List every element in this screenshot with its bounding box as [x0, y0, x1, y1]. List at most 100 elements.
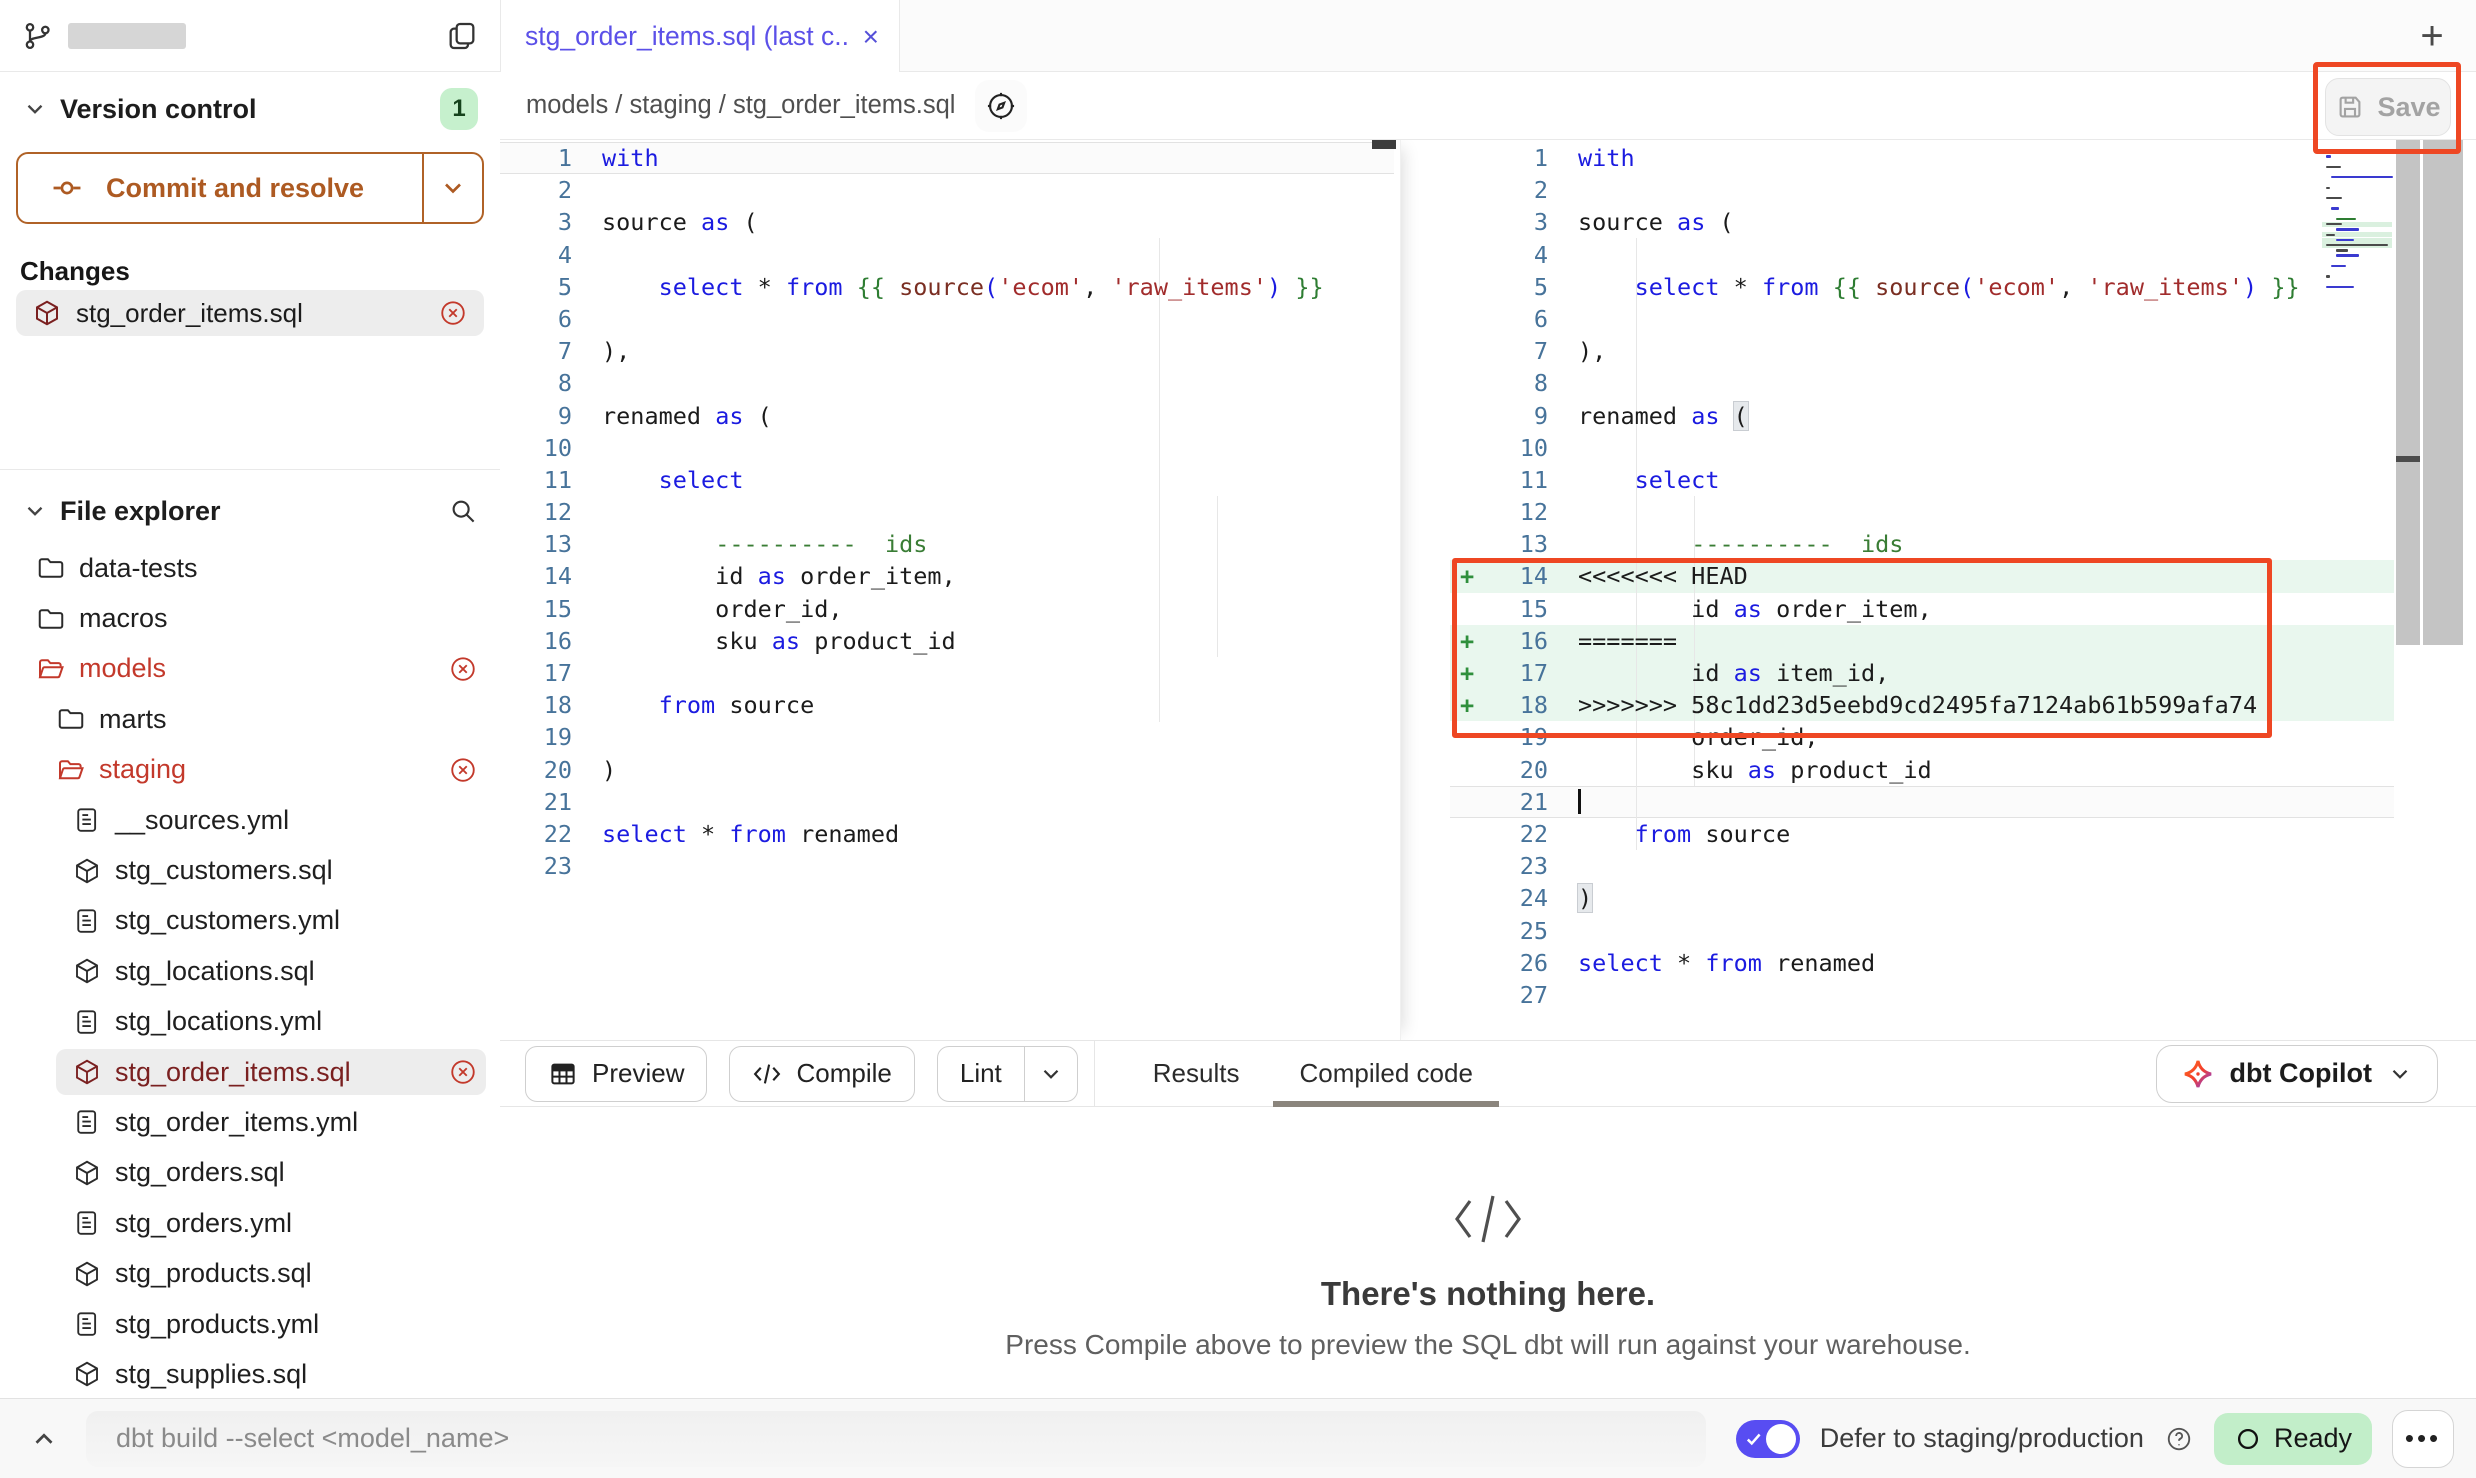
code-line[interactable]: 21	[1400, 786, 2476, 818]
file-explorer-item[interactable]: stg_orders.sql	[0, 1148, 500, 1198]
editor-pane-original[interactable]: 1with23source as (45 select * from {{ so…	[500, 140, 1401, 1040]
code-line[interactable]: 8	[1400, 367, 2476, 399]
compass-lineage-icon[interactable]	[975, 80, 1027, 132]
file-explorer-header[interactable]: File explorer	[0, 482, 500, 540]
commit-and-resolve-button[interactable]: Commit and resolve	[18, 154, 422, 222]
tab-compiled-code[interactable]: Compiled code	[1299, 1041, 1472, 1106]
code-line[interactable]: +18>>>>>>> 58c1dd23d5eebd9cd2495fa7124ab…	[1400, 689, 2476, 721]
file-explorer-item[interactable]: stg_customers.yml	[0, 896, 500, 946]
code-line[interactable]: 10	[500, 432, 1400, 464]
code-line[interactable]: 8	[500, 367, 1400, 399]
tab-results[interactable]: Results	[1153, 1041, 1240, 1106]
code-line[interactable]: 11 select	[500, 464, 1400, 496]
ellipsis-icon[interactable]: •••	[2392, 1410, 2454, 1468]
file-explorer-item[interactable]: data-tests	[0, 543, 500, 593]
code-line[interactable]: 1with	[500, 142, 1400, 174]
file-explorer-item[interactable]: stg_products.yml	[0, 1299, 500, 1349]
scrollbar-thumb[interactable]	[1372, 140, 1396, 149]
code-line[interactable]: 5 select * from {{ source('ecom', 'raw_i…	[1400, 271, 2476, 303]
code-line[interactable]: +17 id as item_id,	[1400, 657, 2476, 689]
copy-icon[interactable]	[446, 20, 478, 52]
code-line[interactable]: 9renamed as (	[500, 400, 1400, 432]
code-line[interactable]: 7),	[1400, 335, 2476, 367]
code-line[interactable]: 21	[500, 786, 1400, 818]
code-line[interactable]: +16=======	[1400, 625, 2476, 657]
code-line[interactable]: 24)	[1400, 882, 2476, 914]
scrollbar-track[interactable]	[2396, 140, 2420, 645]
chevron-up-icon[interactable]	[22, 1417, 66, 1461]
code-line[interactable]: 20)	[500, 754, 1400, 786]
code-line[interactable]: 22select * from renamed	[500, 818, 1400, 850]
file-explorer-item[interactable]: staging	[0, 745, 500, 795]
code-line[interactable]: 1with	[1400, 142, 2476, 174]
file-explorer-item[interactable]: models	[0, 644, 500, 694]
search-icon[interactable]	[448, 496, 478, 526]
code-line[interactable]: 9renamed as (	[1400, 400, 2476, 432]
code-line[interactable]: 16 sku as product_id	[500, 625, 1400, 657]
scrollbar-track[interactable]	[2423, 140, 2463, 645]
code-line[interactable]: 6	[1400, 303, 2476, 335]
lint-button[interactable]: Lint	[938, 1047, 1024, 1101]
file-explorer-item[interactable]: stg_supplies.sql	[0, 1349, 500, 1398]
file-explorer-item[interactable]: __sources.yml	[0, 795, 500, 845]
code-line[interactable]: 5 select * from {{ source('ecom', 'raw_i…	[500, 271, 1400, 303]
plus-icon[interactable]: +	[2410, 14, 2454, 58]
code-line[interactable]: 3source as (	[1400, 206, 2476, 238]
code-line[interactable]: 10	[1400, 432, 2476, 464]
file-explorer-item[interactable]: stg_locations.sql	[0, 946, 500, 996]
code-line[interactable]: 13 ---------- ids	[500, 528, 1400, 560]
code-line[interactable]: 11 select	[1400, 464, 2476, 496]
remove-circle-icon[interactable]	[448, 755, 478, 785]
code-line[interactable]: +14<<<<<<< HEAD	[1400, 560, 2476, 592]
code-line[interactable]: 18 from source	[500, 689, 1400, 721]
editor-pane-modified[interactable]: 1with23source as (45 select * from {{ so…	[1400, 140, 2476, 1040]
code-line[interactable]: 15 id as order_item,	[1400, 593, 2476, 625]
code-line[interactable]: 27	[1400, 979, 2476, 1011]
code-line[interactable]: 12	[1400, 496, 2476, 528]
save-button[interactable]: Save	[2325, 78, 2451, 136]
code-line[interactable]: 25	[1400, 915, 2476, 947]
code-line[interactable]: 7),	[500, 335, 1400, 367]
git-branch-icon[interactable]	[22, 20, 54, 52]
code-line[interactable]: 26select * from renamed	[1400, 947, 2476, 979]
file-explorer-item[interactable]: stg_orders.yml	[0, 1198, 500, 1248]
version-control-header[interactable]: Version control 1	[0, 86, 500, 132]
preview-button[interactable]: Preview	[525, 1046, 707, 1102]
code-line[interactable]: 4	[500, 239, 1400, 271]
file-explorer-item[interactable]: stg_locations.yml	[0, 997, 500, 1047]
code-line[interactable]: 3source as (	[500, 206, 1400, 238]
file-explorer-item[interactable]: marts	[0, 694, 500, 744]
code-line[interactable]: 4	[1400, 239, 2476, 271]
file-explorer-item[interactable]: macros	[0, 593, 500, 643]
command-input[interactable]: dbt build --select <model_name>	[86, 1411, 1706, 1467]
code-line[interactable]: 22 from source	[1400, 818, 2476, 850]
code-line[interactable]: 19	[500, 721, 1400, 753]
branch-name-placeholder[interactable]	[68, 23, 186, 49]
file-explorer-item[interactable]: stg_order_items.yml	[0, 1097, 500, 1147]
code-line[interactable]: 2	[500, 174, 1400, 206]
remove-circle-icon[interactable]	[438, 298, 468, 328]
minimap[interactable]	[2322, 154, 2392, 296]
code-line[interactable]: 19 order_id,	[1400, 721, 2476, 753]
commit-options-dropdown[interactable]	[422, 154, 482, 222]
code-line[interactable]: 2	[1400, 174, 2476, 206]
code-line[interactable]: 14 id as order_item,	[500, 560, 1400, 592]
close-icon[interactable]: ×	[863, 23, 879, 51]
code-line[interactable]: 23	[1400, 850, 2476, 882]
code-line[interactable]: 20 sku as product_id	[1400, 754, 2476, 786]
code-line[interactable]: 23	[500, 850, 1400, 882]
code-line[interactable]: 13 ---------- ids	[1400, 528, 2476, 560]
chevron-down-icon[interactable]	[1024, 1047, 1077, 1101]
defer-toggle[interactable]	[1736, 1420, 1800, 1458]
code-line[interactable]: 6	[500, 303, 1400, 335]
tab-stg-order-items[interactable]: stg_order_items.sql (last c... ×	[500, 0, 900, 73]
status-badge[interactable]: Ready	[2214, 1413, 2372, 1465]
compile-button[interactable]: Compile	[729, 1046, 914, 1102]
code-line[interactable]: 12	[500, 496, 1400, 528]
dbt-copilot-button[interactable]: dbt Copilot	[2156, 1045, 2438, 1103]
code-line[interactable]: 15 order_id,	[500, 593, 1400, 625]
code-line[interactable]: 17	[500, 657, 1400, 689]
file-explorer-item[interactable]: stg_customers.sql	[0, 845, 500, 895]
file-explorer-item[interactable]: stg_products.sql	[0, 1248, 500, 1298]
changed-file-row[interactable]: stg_order_items.sql	[16, 290, 484, 336]
